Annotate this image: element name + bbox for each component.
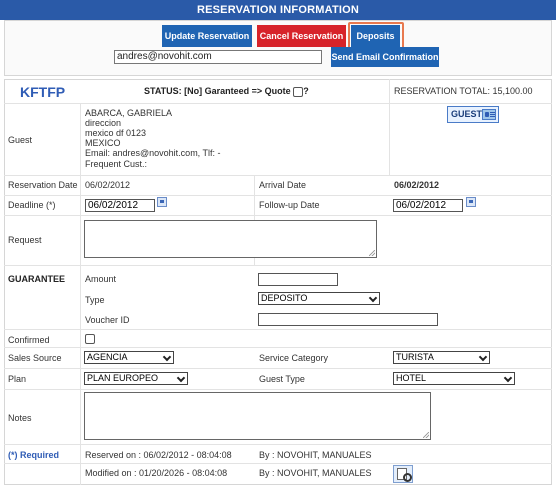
guest-button[interactable]: GUEST (447, 106, 499, 123)
plan-label: Plan (8, 374, 27, 384)
notes-label: Notes (8, 413, 32, 423)
guarantee-label: GUARANTEE (8, 274, 66, 284)
row-divider (4, 463, 552, 464)
guest-type-select[interactable]: HOTEL (393, 372, 515, 385)
chevron-down-icon (162, 352, 172, 362)
guest-label: Guest (8, 135, 33, 145)
chevron-down-icon (478, 352, 488, 362)
row-divider (4, 329, 552, 330)
reserved-on-text: Reserved on : 06/02/2012 - 08:04:08 (85, 450, 232, 460)
chevron-down-icon (176, 373, 186, 383)
deposits-button[interactable]: Deposits (351, 25, 400, 47)
request-textarea[interactable] (84, 220, 377, 258)
reservation-code: KFTFP (20, 84, 66, 100)
modified-by-text: By : NOVOHIT, MANUALES (259, 468, 372, 478)
status-text: STATUS: [No] Garanteed => Quote (144, 86, 291, 96)
followup-date-label: Follow-up Date (259, 200, 320, 210)
required-legend: (*) Required (8, 450, 60, 460)
plan-select[interactable]: PLAN EUROPEO (84, 372, 188, 385)
status-suffix: ? (303, 86, 309, 96)
chevron-down-icon (368, 293, 378, 303)
quote-checkbox[interactable] (293, 86, 304, 97)
service-category-select[interactable]: TURISTA (393, 351, 490, 364)
voucher-id-input[interactable] (258, 313, 438, 326)
voucher-id-label: Voucher ID (85, 315, 130, 325)
row-divider (4, 265, 552, 266)
confirmed-label: Confirmed (8, 335, 50, 345)
sales-source-label: Sales Source (8, 353, 62, 363)
reservation-status: STATUS: [No] Garanteed => Quote ? (144, 84, 309, 98)
panel-title: RESERVATION INFORMATION (0, 0, 556, 20)
guarantee-type-label: Type (85, 295, 105, 305)
send-email-confirmation-button[interactable]: Send Email Confirmation (331, 47, 439, 67)
row-divider (4, 175, 552, 176)
service-category-value: TURISTA (396, 352, 434, 362)
arrival-date-value: 06/02/2012 (394, 180, 440, 190)
row-divider (4, 215, 552, 216)
deadline-calendar-icon[interactable] (157, 197, 167, 207)
email-input[interactable]: andres@novohit.com (114, 50, 322, 64)
guest-type-label: Guest Type (259, 374, 305, 384)
update-reservation-button[interactable]: Update Reservation (162, 25, 252, 47)
reservation-date-value: 06/02/2012 (85, 180, 131, 190)
reservation-total: RESERVATION TOTAL: 15,100.00 (394, 86, 533, 96)
reserved-by-text: By : NOVOHIT, MANUALES (259, 450, 372, 460)
reservation-date-label: Reservation Date (8, 180, 78, 190)
modified-on-text: Modified on : 01/20/2026 - 08:04:08 (85, 468, 228, 478)
audit-log-icon[interactable] (393, 465, 413, 483)
reservation-panel: RESERVATION INFORMATION Update Reservati… (0, 0, 556, 489)
sales-source-value: AGENCIA (87, 352, 128, 362)
request-label: Request (8, 235, 42, 245)
row-divider (4, 389, 552, 390)
arrival-date-label: Arrival Date (259, 180, 307, 190)
guest-card-icon (482, 109, 496, 120)
guest-button-label: GUEST (451, 109, 483, 119)
row-divider (4, 103, 552, 104)
guest-type-value: HOTEL (396, 373, 427, 383)
guarantee-type-value: DEPOSITO (261, 293, 308, 303)
guest-frequent-customer: Frequent Cust.: (85, 159, 148, 169)
amount-input[interactable] (258, 273, 338, 286)
deadline-label: Deadline (*) (8, 200, 56, 210)
chevron-down-icon (503, 373, 513, 383)
row-divider (4, 444, 552, 445)
guarantee-type-select[interactable]: DEPOSITO (258, 292, 380, 305)
cancel-reservation-button[interactable]: Cancel Reservation (257, 25, 346, 47)
confirmed-checkbox[interactable] (85, 334, 95, 344)
followup-date-input[interactable]: 06/02/2012 (393, 199, 463, 212)
column-divider (389, 79, 390, 175)
amount-label: Amount (85, 274, 117, 284)
row-divider (4, 368, 552, 369)
deadline-input[interactable]: 06/02/2012 (85, 199, 155, 212)
followup-calendar-icon[interactable] (466, 197, 476, 207)
row-divider (4, 195, 552, 196)
plan-value: PLAN EUROPEO (87, 373, 159, 383)
sales-source-select[interactable]: AGENCIA (84, 351, 174, 364)
column-divider (80, 103, 81, 485)
row-divider (4, 347, 552, 348)
service-category-label: Service Category (259, 353, 329, 363)
notes-textarea[interactable] (84, 392, 431, 440)
